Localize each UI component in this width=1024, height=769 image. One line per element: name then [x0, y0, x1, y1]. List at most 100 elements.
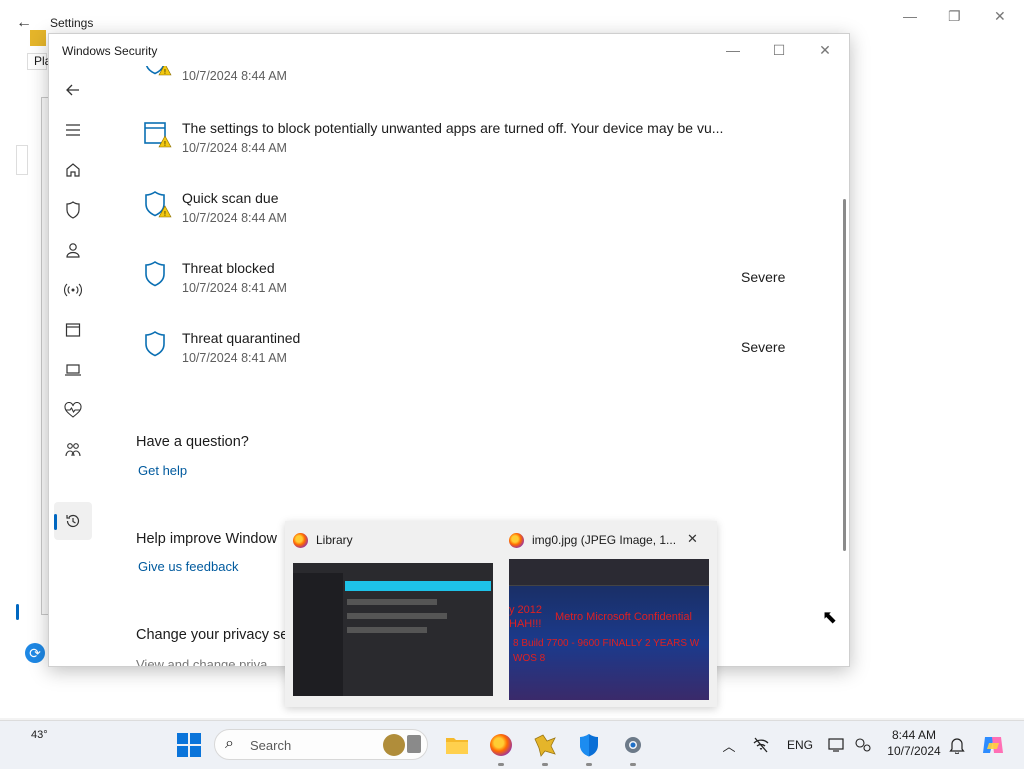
history-item-time: 10/7/2024 8:41 AM — [182, 351, 287, 365]
history-item-title: Quick scan due — [182, 190, 279, 206]
image-text: HAH!!! — [509, 618, 542, 630]
title-bar[interactable]: Windows Security — ☐ ✕ — [49, 34, 849, 66]
selection-indicator — [16, 604, 19, 620]
active-nav-indicator — [54, 514, 57, 530]
history-item-time: 10/7/2024 8:44 AM — [182, 69, 287, 83]
firefox-icon — [293, 532, 308, 548]
history-item-title: Threat blocked — [182, 260, 275, 276]
scrollbar[interactable] — [843, 199, 846, 551]
settings-gear-icon[interactable] — [61, 662, 85, 666]
minimize-icon[interactable]: — — [903, 8, 917, 24]
history-item[interactable]: Threat blocked 10/7/2024 8:41 AM Severe — [97, 260, 839, 316]
preview-img0[interactable]: img0.jpg (JPEG Image, 1... ✕ y 2012 HAH!… — [501, 521, 717, 707]
preview-thumbnail[interactable]: y 2012 HAH!!! Metro Microsoft Confidenti… — [509, 559, 709, 700]
back-arrow-icon[interactable] — [61, 78, 85, 102]
clock-date: 10/7/2024 — [887, 744, 941, 758]
image-text: Metro Microsoft Confidential — [555, 611, 692, 623]
chevron-up-icon[interactable]: ︿ — [716, 732, 742, 758]
firewall-network-icon[interactable] — [61, 278, 85, 302]
shield-icon[interactable] — [61, 198, 85, 222]
firefox-taskbar-icon[interactable] — [488, 732, 514, 758]
severity-label: Severe — [741, 339, 786, 355]
home-icon[interactable] — [61, 158, 85, 182]
image-text: WOS 8 — [513, 653, 546, 664]
clock-time: 8:44 AM — [891, 728, 937, 742]
give-feedback-link[interactable]: Give us feedback — [138, 559, 238, 574]
maximize-button[interactable]: ☐ — [767, 40, 791, 60]
severity-label: Severe — [741, 269, 786, 285]
history-item-time: 10/7/2024 8:41 AM — [182, 281, 287, 295]
restore-icon[interactable]: ❐ — [948, 8, 961, 25]
network-disconnected-icon[interactable] — [748, 732, 774, 758]
history-item[interactable]: Threat quarantined 10/7/2024 8:41 AM Sev… — [97, 330, 839, 386]
preview-title: Library — [316, 533, 353, 547]
history-item-time: 10/7/2024 8:44 AM — [182, 141, 287, 155]
history-item[interactable]: ! The settings to block potentially unwa… — [97, 120, 839, 176]
taskbar: 43° ⌕ Search ︿ ENG 8:44 AM 10/7/2024 — [0, 720, 1024, 769]
window-title: Windows Security — [62, 44, 158, 58]
app-taskbar-icon[interactable] — [532, 732, 558, 758]
sync-icon[interactable]: ⟳ — [25, 643, 45, 663]
hamburger-menu-icon[interactable] — [61, 118, 85, 142]
firefox-icon — [509, 532, 524, 548]
navigation-pane — [49, 66, 97, 666]
settings-taskbar-icon[interactable] — [620, 732, 646, 758]
improve-heading: Help improve Window — [136, 531, 278, 547]
shield-warning-icon: ! — [145, 191, 172, 218]
history-item[interactable]: ! Quick scan due 10/7/2024 8:44 AM — [97, 190, 839, 246]
svg-text:!: ! — [164, 69, 166, 76]
running-indicator — [542, 763, 548, 766]
search-label: Search — [250, 738, 292, 753]
device-security-icon[interactable] — [61, 358, 85, 382]
history-item[interactable]: ! 10/7/2024 8:44 AM — [97, 66, 839, 104]
family-options-icon[interactable] — [61, 438, 85, 462]
svg-text:!: ! — [164, 141, 166, 148]
history-item-title: Threat quarantined — [182, 330, 301, 346]
privacy-subtext[interactable]: View and change priva — [136, 657, 267, 666]
running-indicator — [498, 763, 504, 766]
question-heading: Have a question? — [136, 434, 249, 450]
running-indicator — [586, 763, 592, 766]
get-help-link[interactable]: Get help — [138, 463, 187, 478]
close-icon[interactable]: ✕ — [994, 8, 1006, 25]
close-preview-icon[interactable]: ✕ — [687, 531, 698, 547]
settings-title: Settings — [50, 16, 94, 30]
history-item-time: 10/7/2024 8:44 AM — [182, 211, 287, 225]
device-health-icon[interactable] — [61, 398, 85, 422]
windows-logo-icon — [177, 733, 201, 757]
display-icon[interactable] — [824, 732, 850, 758]
image-text: 8 Build 7700 - 9600 FINALLY 2 YEARS W — [513, 638, 700, 649]
windows-security-taskbar-icon[interactable] — [576, 732, 602, 758]
shield-icon — [145, 331, 165, 357]
file-explorer-icon[interactable] — [444, 732, 470, 758]
running-indicator — [630, 763, 636, 766]
search-icon: ⌕ — [225, 735, 234, 752]
taskbar-thumbnail-previews: Library img0.jpg (JPEG Image, 1... ✕ y 2… — [285, 521, 717, 707]
preview-thumbnail[interactable] — [293, 563, 493, 696]
close-button[interactable]: ✕ — [813, 40, 837, 60]
start-button[interactable] — [176, 732, 202, 758]
copilot-icon[interactable] — [980, 732, 1006, 758]
weather-widget[interactable]: 43° — [31, 729, 48, 741]
app-browser-warning-icon: ! — [144, 122, 172, 148]
svg-text:!: ! — [164, 211, 166, 218]
app-browser-control-icon[interactable] — [61, 318, 85, 342]
minimize-button[interactable]: — — [721, 40, 745, 60]
mouse-cursor-icon: ⬉ — [822, 607, 838, 627]
shield-icon — [145, 261, 165, 287]
language-indicator[interactable]: ENG — [787, 738, 813, 752]
notification-bell-icon[interactable] — [944, 732, 970, 758]
protection-history-icon[interactable] — [61, 509, 85, 533]
search-highlight-icon — [407, 735, 421, 753]
partial-tab[interactable]: Pla — [27, 53, 51, 70]
taskbar-search[interactable]: ⌕ Search — [214, 729, 428, 760]
image-text: y 2012 — [509, 604, 543, 616]
system-clock[interactable]: 8:44 AM 10/7/2024 — [880, 727, 948, 759]
account-icon[interactable] — [61, 238, 85, 262]
shield-warning-icon: ! — [145, 66, 172, 76]
preview-library[interactable]: Library — [285, 521, 501, 707]
accessibility-icon[interactable] — [850, 732, 876, 758]
history-item-title: The settings to block potentially unwant… — [182, 120, 724, 136]
preview-title: img0.jpg (JPEG Image, 1... — [532, 533, 677, 547]
search-highlight-icon — [383, 734, 405, 756]
